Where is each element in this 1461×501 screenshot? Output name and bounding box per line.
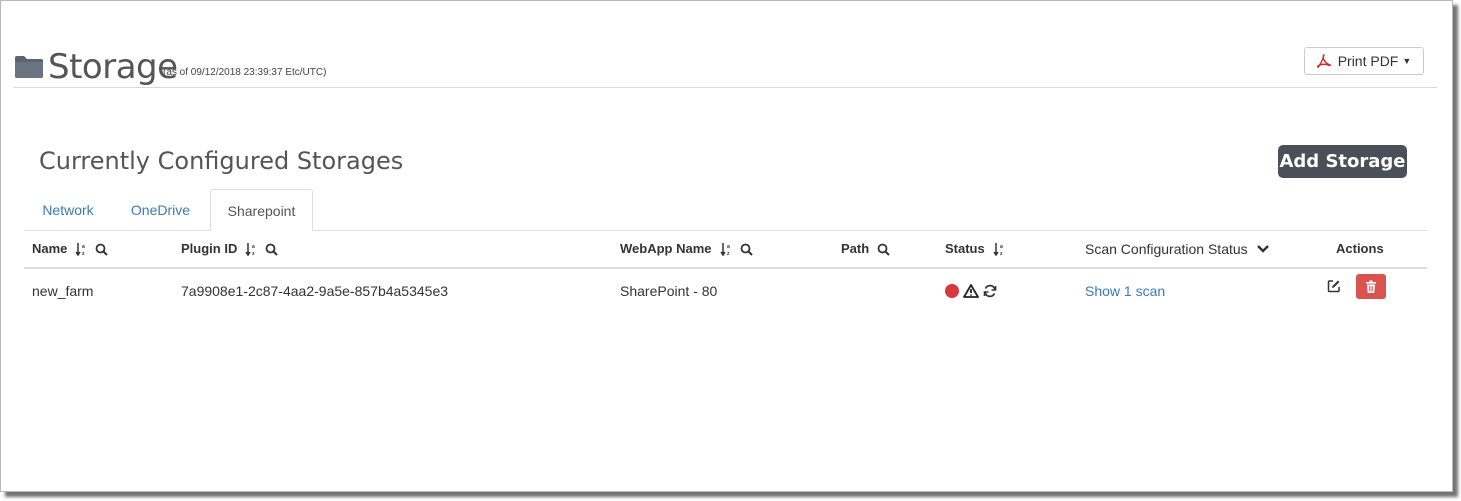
cell-webapp: SharePoint - 80 [620, 283, 718, 299]
column-name-label: Name [32, 241, 68, 256]
column-scan-status: Scan Configuration Status [1085, 231, 1278, 267]
pdf-icon [1316, 54, 1331, 68]
column-actions-label: Actions [1336, 241, 1384, 256]
tab-network[interactable]: Network [24, 189, 112, 230]
cell-plugin-id: 7a9908e1-2c87-4aa2-9a5e-857b4a5345e3 [181, 283, 449, 299]
table-header: Name az Plugin ID az WebApp Name az Path… [24, 231, 1427, 269]
column-scan-label: Scan Configuration Status [1085, 241, 1248, 257]
chevron-down-icon[interactable] [1256, 244, 1270, 254]
column-status: Status az [945, 231, 1013, 267]
svg-text:z: z [82, 251, 85, 256]
column-name: Name az [32, 231, 116, 267]
sort-icon[interactable]: az [75, 242, 87, 256]
add-storage-button[interactable]: Add Storage [1278, 145, 1407, 178]
cell-status [945, 269, 997, 313]
tab-onedrive[interactable]: OneDrive [116, 189, 205, 230]
print-pdf-button[interactable]: Print PDF ▼ [1304, 47, 1424, 75]
column-actions: Actions [1336, 231, 1392, 267]
column-status-label: Status [945, 241, 985, 256]
column-path-label: Path [841, 241, 870, 256]
show-scan-link[interactable]: Show 1 scan [1085, 269, 1165, 313]
column-plugin-id: Plugin ID az [181, 231, 286, 267]
folder-icon [14, 54, 44, 84]
window-frame: Storage (as of 09/12/2018 23:39:37 Etc/U… [0, 0, 1453, 492]
svg-text:a: a [1000, 244, 1003, 250]
svg-text:a: a [82, 244, 85, 250]
svg-text:a: a [252, 244, 255, 250]
search-icon[interactable] [740, 243, 753, 256]
column-webapp-label: WebApp Name [620, 241, 712, 256]
svg-text:z: z [727, 251, 730, 256]
search-icon[interactable] [95, 243, 109, 256]
storage-tabs: Network OneDrive Sharepoint [24, 189, 1427, 231]
sort-icon[interactable]: az [993, 242, 1005, 256]
status-dot-icon [945, 284, 959, 298]
search-icon[interactable] [877, 243, 890, 256]
edit-icon[interactable] [1327, 279, 1341, 293]
page-title: Storage [48, 47, 178, 87]
trash-icon [1365, 280, 1377, 294]
print-pdf-label: Print PDF [1337, 53, 1399, 69]
delete-button[interactable] [1356, 274, 1386, 299]
svg-text:z: z [1000, 251, 1003, 256]
svg-text:z: z [252, 251, 255, 256]
search-icon[interactable] [265, 243, 279, 256]
warning-icon [963, 284, 979, 298]
chevron-down-icon: ▼ [1402, 56, 1412, 66]
refresh-icon[interactable] [983, 284, 997, 298]
section-title: Currently Configured Storages [39, 147, 404, 175]
page-header: Storage (as of 09/12/2018 23:39:37 Etc/U… [13, 41, 1437, 88]
timestamp: (as of 09/12/2018 23:39:37 Etc/UTC) [163, 67, 327, 78]
cell-name: new_farm [32, 283, 94, 299]
column-webapp-name: WebApp Name az [620, 231, 761, 267]
tab-sharepoint[interactable]: Sharepoint [210, 189, 313, 231]
svg-text:a: a [727, 244, 730, 250]
column-plugin-id-label: Plugin ID [181, 241, 238, 256]
table-row: new_farm 7a9908e1-2c87-4aa2-9a5e-857b4a5… [24, 269, 1427, 313]
sort-icon[interactable]: az [245, 242, 257, 256]
sort-icon[interactable]: az [719, 242, 732, 256]
column-path: Path [841, 231, 898, 267]
